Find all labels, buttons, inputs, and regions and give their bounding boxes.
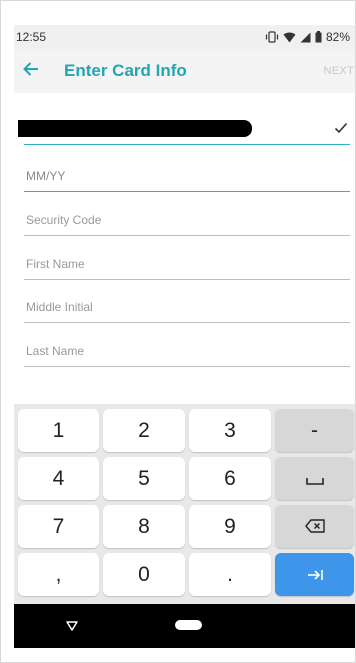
- phone-screen: 12:55 82% Enter Card Info NEXT MM/YY Sec…: [0, 0, 356, 663]
- key-4[interactable]: 4: [18, 457, 99, 500]
- status-time: 12:55: [16, 30, 47, 44]
- key-backspace[interactable]: [275, 505, 354, 548]
- numeric-keyboard: 1 2 3 - 4 5 6 7 8 9 , 0 .: [14, 404, 355, 604]
- vibrate-icon: [265, 31, 279, 43]
- tab-next-icon: [307, 563, 323, 587]
- key-3[interactable]: 3: [189, 409, 271, 452]
- signal-icon: [300, 32, 311, 43]
- status-bar: 12:55 82%: [14, 25, 355, 49]
- arrow-left-icon: [23, 61, 39, 81]
- key-period[interactable]: .: [189, 553, 271, 596]
- key-1[interactable]: 1: [18, 409, 99, 452]
- key-7[interactable]: 7: [18, 505, 99, 548]
- status-icons: 82%: [265, 30, 350, 44]
- last-name-input[interactable]: [24, 336, 352, 366]
- page-title: Enter Card Info: [64, 61, 187, 80]
- key-5[interactable]: 5: [103, 457, 185, 500]
- key-tab-next[interactable]: [275, 553, 354, 596]
- nav-home-icon[interactable]: [175, 620, 202, 630]
- expiry-field[interactable]: [24, 161, 352, 192]
- nav-back-icon[interactable]: [66, 618, 78, 636]
- key-6[interactable]: 6: [189, 457, 271, 500]
- key-space[interactable]: [275, 457, 354, 500]
- key-9[interactable]: 9: [189, 505, 271, 548]
- system-nav-bar: [14, 604, 355, 648]
- security-code-input[interactable]: [24, 205, 352, 235]
- back-button[interactable]: [16, 56, 46, 86]
- expiry-input[interactable]: [24, 161, 352, 191]
- wifi-icon: [283, 32, 296, 43]
- key-comma[interactable]: ,: [18, 553, 99, 596]
- key-8[interactable]: 8: [103, 505, 185, 548]
- last-name-field[interactable]: [24, 336, 352, 367]
- space-icon: [305, 467, 324, 491]
- battery-percent: 82%: [325, 30, 350, 44]
- card-number-redacted: [18, 120, 252, 137]
- check-icon: [334, 121, 348, 139]
- key-0[interactable]: 0: [103, 553, 185, 596]
- middle-initial-field[interactable]: [24, 292, 352, 323]
- app-bar: Enter Card Info NEXT: [14, 49, 355, 93]
- next-button[interactable]: NEXT: [323, 65, 354, 77]
- battery-icon: [315, 31, 322, 43]
- first-name-input[interactable]: [24, 249, 352, 279]
- backspace-icon: [304, 515, 325, 539]
- card-number-field[interactable]: [18, 114, 350, 145]
- security-code-field[interactable]: [24, 205, 352, 236]
- key-dash[interactable]: -: [275, 409, 354, 452]
- key-2[interactable]: 2: [103, 409, 185, 452]
- middle-initial-input[interactable]: [24, 292, 352, 322]
- first-name-field[interactable]: [24, 249, 352, 280]
